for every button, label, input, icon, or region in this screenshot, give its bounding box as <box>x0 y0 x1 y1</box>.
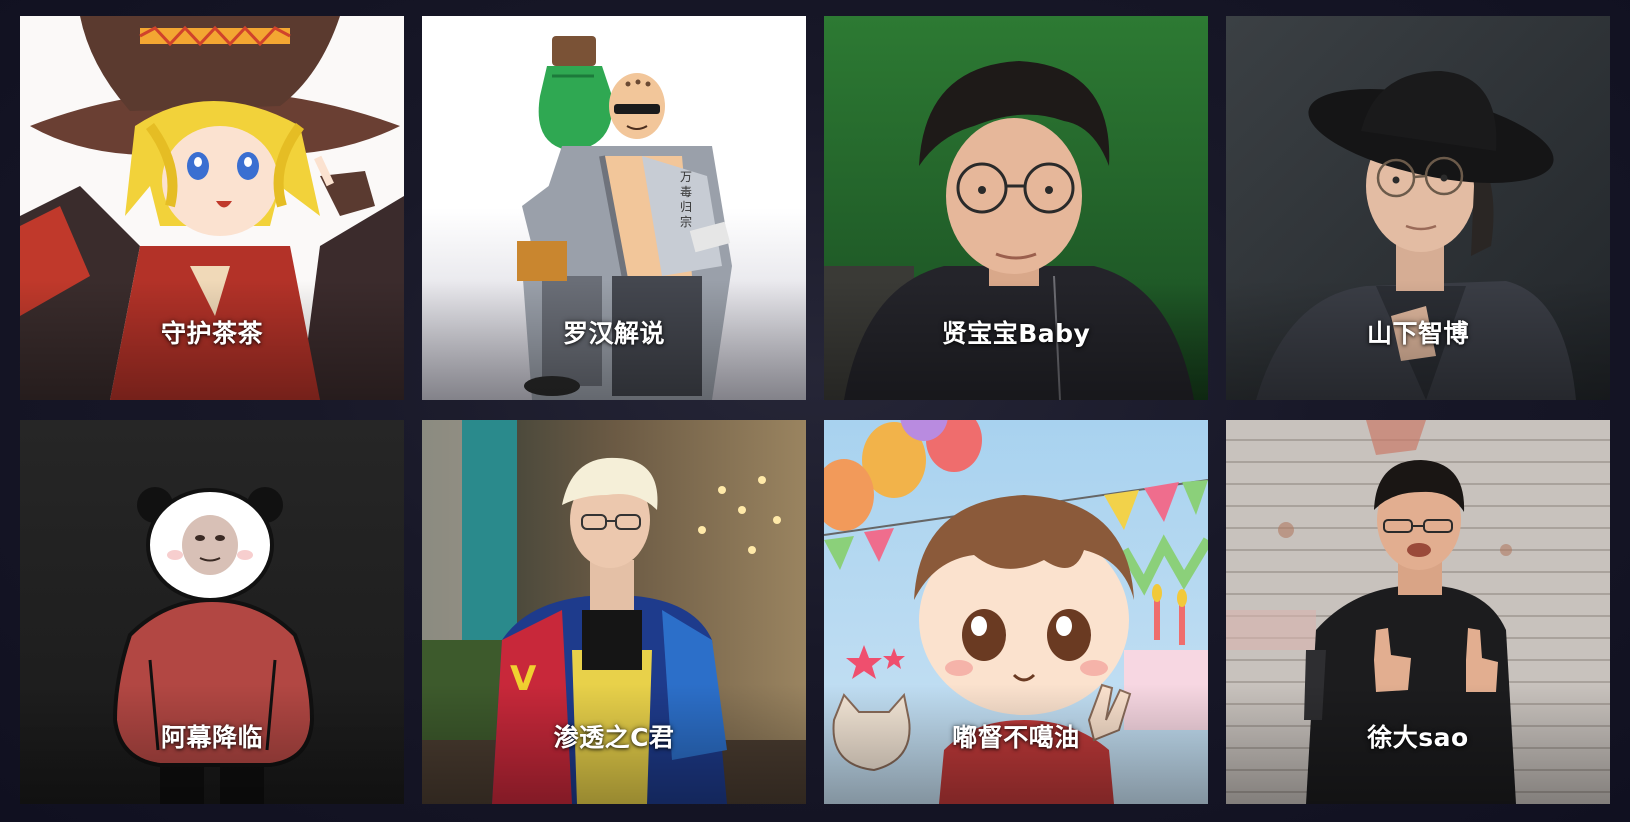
host-card-8[interactable]: 徐大sao <box>1226 420 1610 804</box>
host-name: 渗透之C君 <box>553 723 675 752</box>
svg-text:万: 万 <box>680 170 692 184</box>
svg-text:毒: 毒 <box>680 185 692 199</box>
host-name: 阿幕降临 <box>160 723 263 752</box>
svg-text:宗: 宗 <box>680 214 692 229</box>
host-card-7[interactable]: 嘟督不噶油 <box>824 420 1208 804</box>
host-avatar-grid: 守护茶茶 万 毒 归 宗 罗汉解说 贤宝宝Baby 山下智博 阿幕降临 V 渗透… <box>20 16 1612 804</box>
host-name: 徐大sao <box>1367 723 1469 752</box>
host-card-6[interactable]: V 渗透之C君 <box>422 420 806 804</box>
host-card-2[interactable]: 万 毒 归 宗 罗汉解说 <box>422 16 806 400</box>
host-name: 山下智博 <box>1366 319 1469 348</box>
host-card-3[interactable]: 贤宝宝Baby <box>824 16 1208 400</box>
host-name: 守护茶茶 <box>160 319 263 348</box>
svg-text:归: 归 <box>680 200 692 214</box>
host-name: 嘟督不噶油 <box>952 723 1080 752</box>
host-card-1[interactable]: 守护茶茶 <box>20 16 404 400</box>
host-card-4[interactable]: 山下智博 <box>1226 16 1610 400</box>
svg-text:V: V <box>510 659 537 699</box>
host-name: 贤宝宝Baby <box>941 319 1091 348</box>
host-card-5[interactable]: 阿幕降临 <box>20 420 404 804</box>
host-name: 罗汉解说 <box>562 319 665 348</box>
